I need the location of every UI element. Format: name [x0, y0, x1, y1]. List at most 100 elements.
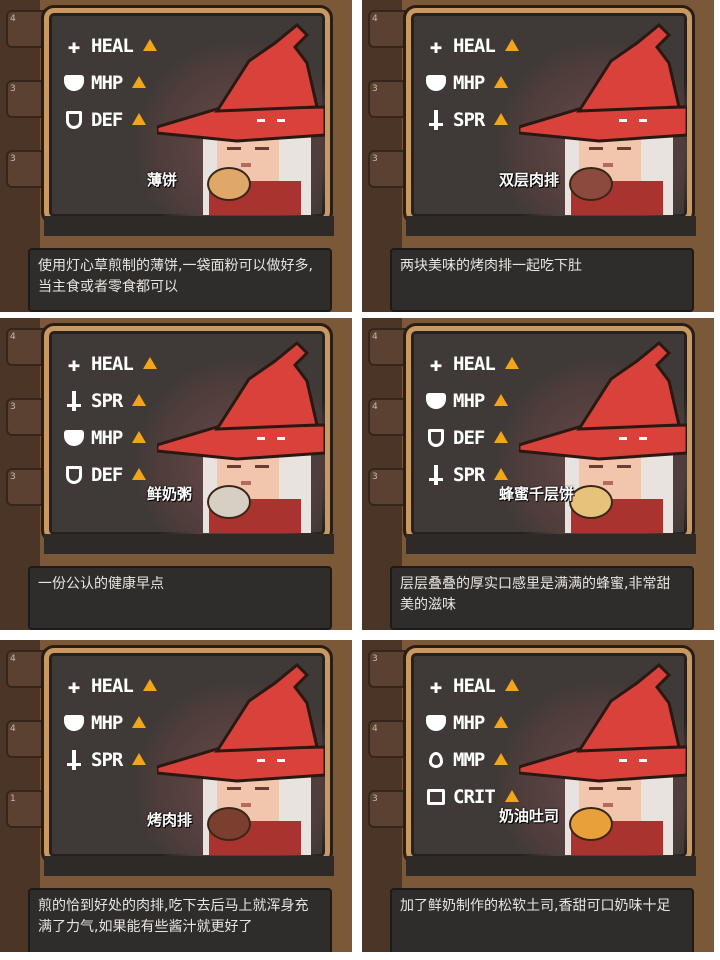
stat-row: DEF	[63, 101, 157, 138]
stat-label: SPR	[91, 389, 123, 412]
cross-icon: ✚	[67, 33, 81, 58]
stat-row: ✚ HEAL	[63, 27, 157, 64]
witch-hat-brim	[519, 745, 687, 783]
stat-up-arrow-icon	[494, 467, 509, 480]
shield-icon	[63, 464, 85, 486]
inventory-count: 3	[10, 402, 16, 412]
food-card: ✚ HEAL MHP MMP CRIT 奶油吐司	[403, 645, 695, 865]
food-panel: 4 3 3 ✚ HEAL MHP SPR 双层肉排 两块美味的烤肉排一起吃下肚	[362, 0, 714, 312]
milk-porridge-icon	[207, 485, 251, 519]
food-name: 蜂蜜千层饼	[499, 485, 575, 503]
stat-row: MHP	[63, 419, 157, 456]
stat-label: HEAL	[91, 674, 134, 697]
food-description: 加了鲜奶制作的松软土司,香甜可口奶味十足	[390, 888, 694, 952]
item-shelf	[406, 216, 696, 236]
heart-icon	[425, 72, 447, 94]
stat-row: DEF	[425, 419, 519, 456]
food-description: 煎的恰到好处的肉排,吃下去后马上就浑身充满了力气,如果能有些酱汁就更好了	[28, 888, 332, 952]
witch-hat-cone	[214, 663, 319, 753]
pancake-icon	[207, 167, 251, 201]
cross-icon: ✚	[429, 351, 443, 376]
food-name: 鲜奶粥	[147, 485, 193, 503]
stat-up-arrow-icon	[504, 356, 519, 369]
food-description: 层层叠叠的厚实口感里是满满的蜂蜜,非常甜美的滋味	[390, 566, 694, 630]
item-shelf	[44, 216, 334, 236]
food-description: 两块美味的烤肉排一起吃下肚	[390, 248, 694, 312]
stat-row: MHP	[63, 704, 157, 741]
witch-hat-cone	[576, 341, 681, 431]
stat-row: SPR	[63, 741, 157, 778]
stat-label: MHP	[453, 389, 485, 412]
stat-list: ✚ HEAL MHP DEF SPR	[425, 345, 519, 493]
cross-icon: ✚	[429, 33, 443, 58]
stat-up-arrow-icon	[132, 467, 147, 480]
stat-label: HEAL	[91, 34, 134, 57]
double-steak-icon	[569, 167, 613, 201]
inventory-count: 4	[10, 654, 16, 664]
inventory-count: 3	[372, 84, 378, 94]
stat-row: ✚ HEAL	[425, 345, 519, 382]
stat-up-arrow-icon	[142, 678, 157, 691]
stat-up-arrow-icon	[494, 75, 509, 88]
inventory-count: 4	[372, 402, 378, 412]
stat-row: ✚ HEAL	[425, 667, 519, 704]
stat-list: ✚ HEAL MHP SPR	[63, 667, 157, 778]
inventory-count: 4	[372, 332, 378, 342]
stat-up-arrow-icon	[132, 430, 147, 443]
food-card: ✚ HEAL SPR MHP DEF 鲜奶粥	[41, 323, 333, 543]
food-name: 双层肉排	[499, 171, 560, 189]
stat-up-arrow-icon	[142, 38, 157, 51]
stat-list: ✚ HEAL MHP SPR	[425, 27, 519, 138]
stat-label: CRIT	[453, 785, 496, 808]
heart-icon	[63, 72, 85, 94]
stat-label: HEAL	[453, 674, 496, 697]
stat-up-arrow-icon	[132, 752, 147, 765]
inventory-count: 4	[10, 14, 16, 24]
sword-icon	[63, 749, 85, 771]
heart-icon	[425, 712, 447, 734]
stat-label: DEF	[453, 426, 485, 449]
inventory-count: 3	[10, 154, 16, 164]
stat-label: HEAL	[453, 34, 496, 57]
stat-up-arrow-icon	[132, 715, 147, 728]
witch-hat-brim	[519, 423, 687, 461]
stat-label: SPR	[453, 463, 485, 486]
stat-row: SPR	[425, 101, 519, 138]
inventory-count: 4	[10, 724, 16, 734]
heart-icon	[63, 427, 85, 449]
inventory-count: 3	[372, 794, 378, 804]
stat-up-arrow-icon	[504, 678, 519, 691]
stat-up-arrow-icon	[142, 356, 157, 369]
food-panel: 3 4 3 ✚ HEAL MHP MMP CRIT 奶油吐司 加了鲜奶制作的松软土司,香甜可口奶…	[362, 640, 714, 952]
stat-list: ✚ HEAL SPR MHP DEF	[63, 345, 157, 493]
inventory-count: 4	[372, 14, 378, 24]
food-name: 奶油吐司	[499, 807, 560, 825]
stat-label: DEF	[91, 108, 123, 131]
food-card: ✚ HEAL MHP DEF 薄饼	[41, 5, 333, 225]
food-description: 一份公认的健康早点	[28, 566, 332, 630]
stat-row: DEF	[63, 456, 157, 493]
stat-list: ✚ HEAL MHP MMP CRIT	[425, 667, 519, 815]
food-card: ✚ HEAL MHP SPR 烤肉排	[41, 645, 333, 865]
crit-icon	[425, 786, 447, 808]
sword-icon	[425, 464, 447, 486]
stat-up-arrow-icon	[494, 430, 509, 443]
witch-hat-brim	[157, 423, 325, 461]
stat-up-arrow-icon	[132, 112, 147, 125]
witch-hat-cone	[214, 341, 319, 431]
item-shelf	[44, 534, 334, 554]
stat-up-arrow-icon	[132, 75, 147, 88]
stat-up-arrow-icon	[132, 393, 147, 406]
stat-label: HEAL	[91, 352, 134, 375]
heart-icon	[63, 712, 85, 734]
stat-list: ✚ HEAL MHP DEF	[63, 27, 157, 138]
stat-up-arrow-icon	[494, 752, 509, 765]
food-card: ✚ HEAL MHP DEF SPR 蜂蜜千层饼	[403, 323, 695, 543]
inventory-count: 4	[372, 724, 378, 734]
cross-icon: ✚	[67, 351, 81, 376]
witch-hat-cone	[214, 23, 319, 113]
stat-up-arrow-icon	[494, 715, 509, 728]
butter-toast-icon	[569, 807, 613, 841]
witch-hat-cone	[576, 663, 681, 753]
item-shelf	[44, 856, 334, 876]
